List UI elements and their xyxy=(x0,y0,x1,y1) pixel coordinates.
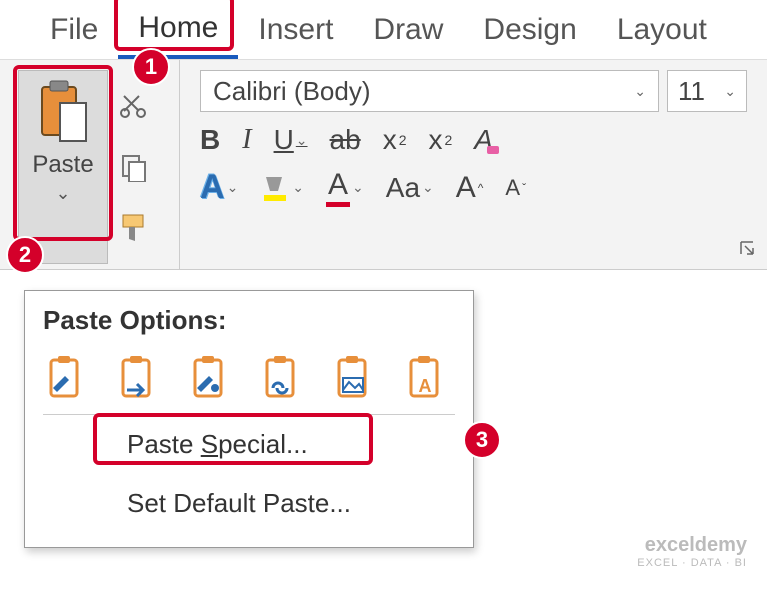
font-dialog-launcher[interactable] xyxy=(739,240,757,263)
tab-design[interactable]: Design xyxy=(463,3,596,57)
font-color-button[interactable]: A ⌄ xyxy=(326,168,364,207)
paste-text-only-button[interactable]: A xyxy=(403,354,447,402)
clipboard-brush-icon xyxy=(43,354,87,402)
underline-button[interactable]: U⌄ xyxy=(274,124,308,156)
callout-badge-1: 1 xyxy=(132,48,170,86)
paste-options-title: Paste Options: xyxy=(43,305,455,336)
eraser-icon xyxy=(485,142,501,158)
highlighter-icon xyxy=(260,173,290,203)
chevron-down-icon: ⌄ xyxy=(296,132,308,149)
paste-picture-button[interactable] xyxy=(187,354,231,402)
chevron-down-icon: ⌄ xyxy=(227,179,239,196)
watermark: exceldemy EXCEL · DATA · BI xyxy=(637,533,747,570)
tab-layout[interactable]: Layout xyxy=(597,3,727,57)
tab-home[interactable]: Home xyxy=(118,1,238,59)
grow-font-button[interactable]: A^ xyxy=(456,171,484,205)
italic-button[interactable]: I xyxy=(242,124,251,156)
paste-merge-button[interactable] xyxy=(115,354,159,402)
shrink-font-button[interactable]: Aˇ xyxy=(505,175,526,201)
chevron-down-icon: ⌄ xyxy=(55,183,70,204)
font-size-select[interactable]: 11 ⌄ xyxy=(667,70,747,112)
font-group: Calibri (Body) ⌄ 11 ⌄ B I U⌄ ab x2 x2 A … xyxy=(180,60,767,269)
copy-icon xyxy=(119,152,149,182)
tab-home-label: Home xyxy=(138,11,218,44)
tab-file[interactable]: File xyxy=(30,3,118,57)
chevron-down-icon: ⌄ xyxy=(422,179,434,196)
svg-text:A: A xyxy=(419,376,432,396)
font-size-value: 11 xyxy=(678,76,705,107)
paste-options-icons: A xyxy=(43,354,455,415)
set-default-paste-item[interactable]: Set Default Paste... xyxy=(103,474,455,533)
highlight-button[interactable]: ⌄ xyxy=(260,173,304,203)
format-painter-button[interactable] xyxy=(114,208,154,248)
clipboard-link-icon xyxy=(259,354,303,402)
chevron-down-icon: ⌄ xyxy=(352,179,364,196)
cut-button[interactable] xyxy=(114,86,154,126)
paintbrush-icon xyxy=(117,211,151,245)
clipboard-mini-buttons xyxy=(108,70,160,264)
chevron-down-icon: ⌄ xyxy=(292,179,304,196)
subscript-button[interactable]: x2 xyxy=(383,124,407,156)
text-effects-button[interactable]: A ⌄ xyxy=(200,168,238,207)
dialog-launcher-icon xyxy=(739,240,757,258)
font-family-value: Calibri (Body) xyxy=(213,76,371,107)
paste-options-popup: Paste Options: A Paste Special... 3 Set … xyxy=(24,290,474,548)
clipboard-image-icon xyxy=(331,354,375,402)
scissors-icon xyxy=(119,91,149,121)
callout-badge-2: 2 xyxy=(6,236,44,274)
change-case-button[interactable]: Aa ⌄ xyxy=(386,172,434,204)
paste-link-button[interactable] xyxy=(259,354,303,402)
paste-special-item[interactable]: Paste Special... 3 xyxy=(103,415,455,474)
callout-badge-3: 3 xyxy=(463,421,501,459)
paste-image-button[interactable] xyxy=(331,354,375,402)
tab-insert[interactable]: Insert xyxy=(238,3,353,57)
clear-formatting-button[interactable]: A xyxy=(474,124,493,156)
ribbon: Paste ⌄ Calibri (Body) ⌄ 11 ⌄ xyxy=(0,60,767,270)
strikethrough-button[interactable]: ab xyxy=(330,124,361,156)
paste-label: Paste xyxy=(32,151,93,179)
clipboard-arrow-icon xyxy=(115,354,159,402)
superscript-button[interactable]: x2 xyxy=(428,124,452,156)
clipboard-paint-icon xyxy=(187,354,231,402)
chevron-down-icon: ⌄ xyxy=(724,83,736,100)
caret-down-icon: ˇ xyxy=(522,181,526,195)
paste-keep-source-button[interactable] xyxy=(43,354,87,402)
bold-button[interactable]: B xyxy=(200,124,220,156)
paste-button[interactable]: Paste ⌄ xyxy=(18,70,108,264)
clipboard-text-icon: A xyxy=(403,354,447,402)
ribbon-tabs: File Home Insert Draw Design Layout xyxy=(0,0,767,60)
copy-button[interactable] xyxy=(114,147,154,187)
font-family-select[interactable]: Calibri (Body) ⌄ xyxy=(200,70,659,112)
tab-draw[interactable]: Draw xyxy=(353,3,463,57)
clipboard-paste-icon xyxy=(36,79,90,145)
chevron-down-icon: ⌄ xyxy=(634,83,646,100)
caret-up-icon: ^ xyxy=(478,181,484,195)
